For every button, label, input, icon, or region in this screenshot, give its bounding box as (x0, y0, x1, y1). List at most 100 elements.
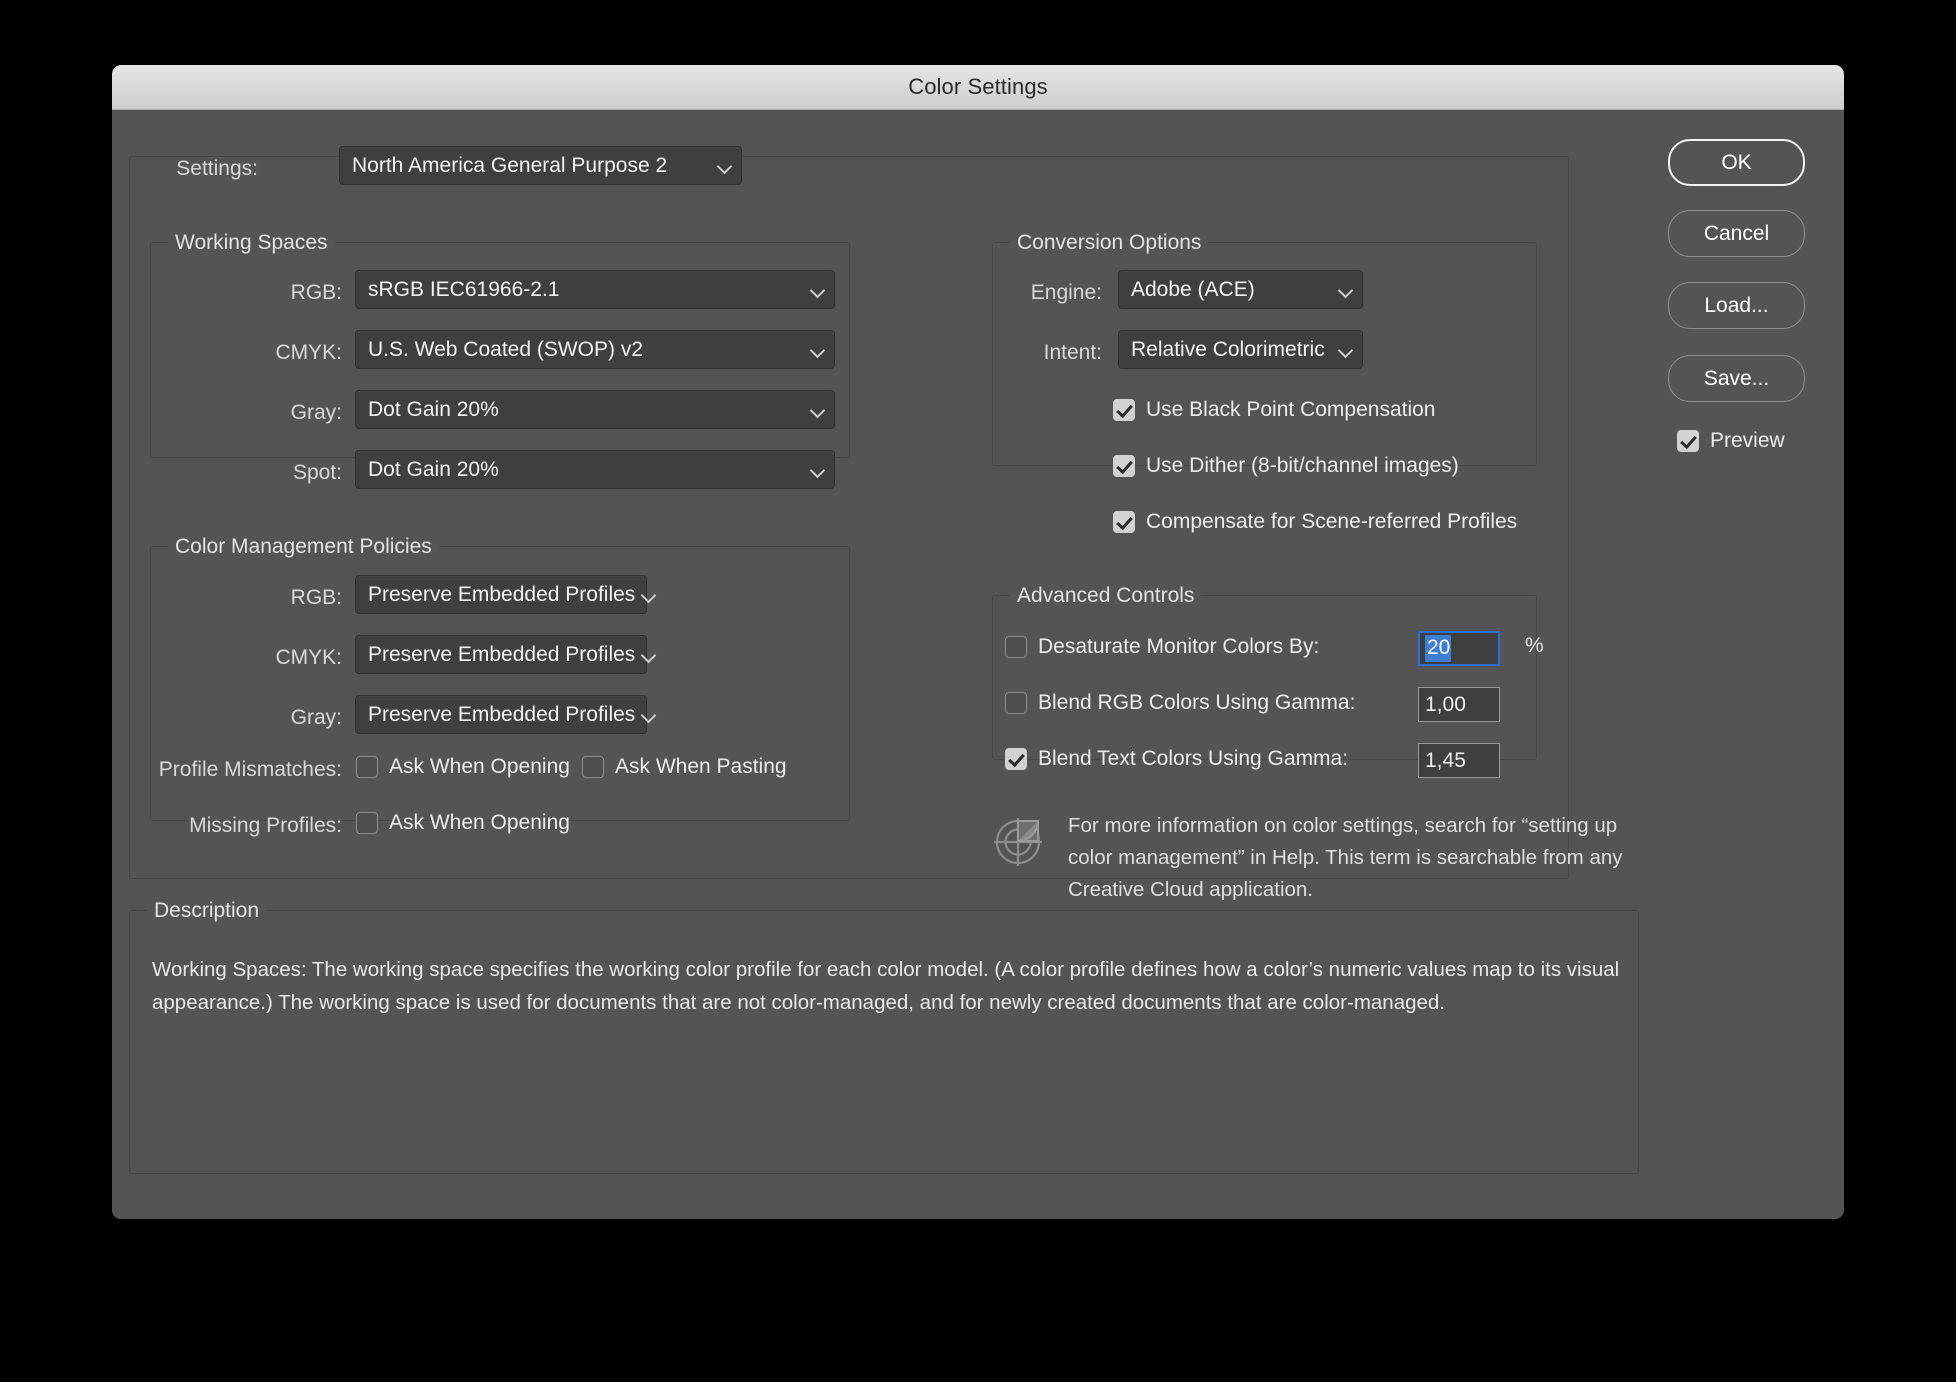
checkbox-ask-when-pasting[interactable]: Ask When Pasting (582, 755, 787, 779)
conversion-options-legend: Conversion Options (1010, 231, 1208, 255)
checkbox-box (1113, 511, 1135, 533)
intent-value: Relative Colorimetric (1131, 338, 1330, 362)
color-management-policies-legend: Color Management Policies (168, 535, 439, 559)
settings-dropdown-value: North America General Purpose 2 (352, 154, 709, 178)
checkbox-compensate-scene-referred[interactable]: Compensate for Scene-referred Profiles (1113, 510, 1517, 534)
engine-dropdown[interactable]: Adobe (ACE) (1118, 270, 1363, 309)
desaturate-amount-value: 20 (1425, 635, 1451, 662)
engine-label: Engine: (992, 281, 1102, 305)
color-settings-dialog: Color Settings Settings: North America G… (112, 65, 1844, 1219)
checkbox-box (1113, 455, 1135, 477)
dialog-titlebar: Color Settings (112, 65, 1844, 110)
help-note: For more information on color settings, … (992, 810, 1628, 906)
checkbox-box (1677, 430, 1699, 452)
missing-profiles-label: Missing Profiles: (142, 814, 342, 838)
working-gray-label: Gray: (252, 401, 342, 425)
description-body: Working Spaces: The working space specif… (152, 953, 1632, 1019)
working-rgb-dropdown[interactable]: sRGB IEC61966-2.1 (355, 270, 835, 309)
policy-rgb-value: Preserve Embedded Profiles (368, 583, 635, 607)
working-spaces-legend: Working Spaces (168, 231, 335, 255)
checkbox-label: Ask When Pasting (615, 755, 787, 779)
checkbox-use-dither[interactable]: Use Dither (8-bit/channel images) (1113, 454, 1459, 478)
checkbox-label: Blend Text Colors Using Gamma: (1038, 747, 1348, 771)
checkbox-label: Use Dither (8-bit/channel images) (1146, 454, 1459, 478)
checkbox-ask-when-opening-missing[interactable]: Ask When Opening (356, 811, 570, 835)
advanced-controls-group: Advanced Controls (992, 595, 1537, 760)
policy-gray-dropdown[interactable]: Preserve Embedded Profiles (355, 695, 647, 734)
policy-rgb-dropdown[interactable]: Preserve Embedded Profiles (355, 575, 647, 614)
checkbox-box (1113, 399, 1135, 421)
working-gray-value: Dot Gain 20% (368, 398, 802, 422)
checkbox-blend-rgb-colors-using-gamma[interactable]: Blend RGB Colors Using Gamma: (1005, 691, 1355, 715)
ok-button-label: OK (1721, 151, 1751, 175)
dialog-title: Color Settings (908, 74, 1048, 100)
desaturate-unit-label: % (1525, 634, 1544, 658)
working-spot-label: Spot: (252, 461, 342, 485)
ok-button[interactable]: OK (1668, 139, 1805, 186)
checkbox-label: Preview (1710, 429, 1785, 453)
checkbox-box (1005, 748, 1027, 770)
description-legend: Description (147, 899, 266, 923)
color-management-pie-icon (992, 810, 1048, 866)
save-button-label: Save... (1704, 367, 1769, 391)
settings-dropdown[interactable]: North America General Purpose 2 (339, 146, 742, 185)
policy-cmyk-value: Preserve Embedded Profiles (368, 643, 635, 667)
policy-cmyk-label: CMYK: (252, 646, 342, 670)
checkbox-box (356, 812, 378, 834)
checkbox-desaturate-monitor-colors[interactable]: Desaturate Monitor Colors By: (1005, 635, 1319, 659)
blend-rgb-gamma-input[interactable]: 1,00 (1418, 687, 1500, 722)
blend-rgb-gamma-value: 1,00 (1425, 693, 1466, 717)
description-group: Description Working Spaces: The working … (129, 910, 1639, 1174)
advanced-controls-legend: Advanced Controls (1010, 584, 1201, 608)
load-button[interactable]: Load... (1668, 282, 1805, 329)
chevron-down-icon (717, 158, 733, 174)
checkbox-box (582, 756, 604, 778)
intent-label: Intent: (992, 341, 1102, 365)
chevron-down-icon (641, 707, 657, 723)
checkbox-label: Ask When Opening (389, 755, 570, 779)
intent-dropdown[interactable]: Relative Colorimetric (1118, 330, 1363, 369)
checkbox-label: Use Black Point Compensation (1146, 398, 1435, 422)
cancel-button-label: Cancel (1704, 222, 1769, 246)
checkbox-label: Blend RGB Colors Using Gamma: (1038, 691, 1355, 715)
working-cmyk-value: U.S. Web Coated (SWOP) v2 (368, 338, 802, 362)
working-gray-dropdown[interactable]: Dot Gain 20% (355, 390, 835, 429)
chevron-down-icon (641, 587, 657, 603)
save-button[interactable]: Save... (1668, 355, 1805, 402)
dialog-body: Settings: North America General Purpose … (112, 110, 1844, 1219)
working-spot-dropdown[interactable]: Dot Gain 20% (355, 450, 835, 489)
checkbox-box (1005, 692, 1027, 714)
checkbox-label: Compensate for Scene-referred Profiles (1146, 510, 1517, 534)
working-cmyk-dropdown[interactable]: U.S. Web Coated (SWOP) v2 (355, 330, 835, 369)
chevron-down-icon (1338, 282, 1354, 298)
profile-mismatches-label: Profile Mismatches: (142, 758, 342, 782)
working-cmyk-label: CMYK: (252, 341, 342, 365)
policy-gray-label: Gray: (252, 706, 342, 730)
policy-cmyk-dropdown[interactable]: Preserve Embedded Profiles (355, 635, 647, 674)
cancel-button[interactable]: Cancel (1668, 210, 1805, 257)
engine-value: Adobe (ACE) (1131, 278, 1330, 302)
chevron-down-icon (810, 402, 826, 418)
load-button-label: Load... (1704, 294, 1768, 318)
desaturate-amount-input[interactable]: 20 (1418, 631, 1500, 666)
chevron-down-icon (810, 282, 826, 298)
working-rgb-label: RGB: (252, 281, 342, 305)
checkbox-box (356, 756, 378, 778)
checkbox-label: Ask When Opening (389, 811, 570, 835)
checkbox-preview[interactable]: Preview (1677, 429, 1785, 453)
policy-rgb-label: RGB: (252, 586, 342, 610)
chevron-down-icon (810, 462, 826, 478)
checkbox-box (1005, 636, 1027, 658)
chevron-down-icon (810, 342, 826, 358)
checkbox-label: Desaturate Monitor Colors By: (1038, 635, 1319, 659)
help-note-text: For more information on color settings, … (1068, 810, 1628, 906)
settings-label: Settings: (142, 157, 264, 181)
chevron-down-icon (1338, 342, 1354, 358)
chevron-down-icon (641, 647, 657, 663)
blend-text-gamma-input[interactable]: 1,45 (1418, 743, 1500, 778)
policy-gray-value: Preserve Embedded Profiles (368, 703, 635, 727)
checkbox-ask-when-opening-mismatch[interactable]: Ask When Opening (356, 755, 570, 779)
checkbox-blend-text-colors-using-gamma[interactable]: Blend Text Colors Using Gamma: (1005, 747, 1348, 771)
checkbox-use-black-point-compensation[interactable]: Use Black Point Compensation (1113, 398, 1435, 422)
working-spot-value: Dot Gain 20% (368, 458, 802, 482)
